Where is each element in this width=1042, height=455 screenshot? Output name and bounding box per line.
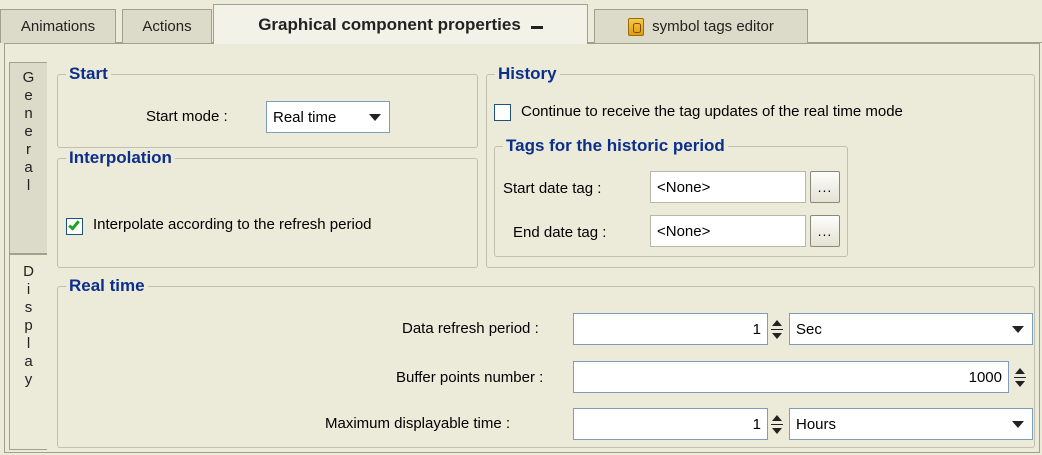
chevron-down-icon bbox=[369, 114, 381, 121]
interpolation-group: Interpolation bbox=[57, 149, 478, 268]
divider bbox=[771, 328, 783, 330]
divider bbox=[1014, 376, 1026, 378]
chevron-down-icon bbox=[1012, 421, 1024, 428]
max-time-unit-select[interactable]: Hours bbox=[789, 408, 1033, 440]
tab-animations-label: Animations bbox=[20, 18, 96, 35]
tab-actions[interactable]: Actions bbox=[122, 9, 212, 43]
start-mode-select[interactable]: Real time bbox=[266, 101, 390, 133]
tab-actions-label: Actions bbox=[142, 18, 192, 35]
vtab-display-char: D bbox=[23, 263, 34, 280]
chevron-down-icon bbox=[1012, 326, 1024, 333]
tab-graphical-component-properties[interactable]: Graphical component properties bbox=[213, 4, 588, 44]
vtab-general-char: e bbox=[24, 87, 33, 104]
max-time-stepper[interactable] bbox=[768, 408, 786, 440]
refresh-period-value: 1 bbox=[752, 320, 761, 338]
tab-graphical-label: Graphical component properties bbox=[258, 14, 521, 34]
arrow-down-icon bbox=[772, 427, 782, 434]
interpolate-label: Interpolate according to the refresh per… bbox=[93, 216, 372, 233]
refresh-period-input[interactable]: 1 bbox=[573, 313, 768, 345]
max-time-input[interactable]: 1 bbox=[573, 408, 768, 440]
vtab-display-char: l bbox=[26, 335, 31, 352]
buffer-points-stepper[interactable] bbox=[1011, 361, 1029, 393]
max-time-unit-value: Hours bbox=[796, 415, 837, 433]
start-group-title: Start bbox=[66, 65, 111, 83]
arrow-up-icon bbox=[772, 319, 782, 326]
buffer-points-value: 1000 bbox=[968, 368, 1002, 386]
end-date-tag-value: <None> bbox=[657, 222, 711, 240]
arrow-down-icon bbox=[772, 332, 782, 339]
vtab-general-char: a bbox=[24, 159, 33, 176]
historic-tags-title: Tags for the historic period bbox=[503, 137, 728, 155]
start-date-tag-value: <None> bbox=[657, 178, 711, 196]
vtab-general-char: G bbox=[22, 69, 35, 86]
history-group-title: History bbox=[495, 65, 560, 83]
vtab-general-char: n bbox=[24, 105, 33, 122]
start-mode-value: Real time bbox=[273, 108, 337, 126]
check-icon bbox=[68, 218, 80, 231]
refresh-unit-value: Sec bbox=[796, 320, 822, 338]
refresh-period-stepper[interactable] bbox=[768, 313, 786, 345]
max-time-value: 1 bbox=[752, 415, 761, 433]
vtab-general[interactable]: G e n e r a l bbox=[9, 62, 47, 254]
tab-strip: Animations Actions Graphical component p… bbox=[0, 0, 1042, 44]
interpolate-checkbox[interactable] bbox=[66, 218, 83, 235]
vtab-display-char: a bbox=[24, 353, 33, 370]
buffer-points-input[interactable]: 1000 bbox=[573, 361, 1009, 393]
end-date-tag-label: End date tag : bbox=[513, 224, 607, 241]
vtab-general-char: r bbox=[26, 141, 31, 158]
close-icon[interactable] bbox=[530, 26, 543, 29]
tab-symbol-tags-editor[interactable]: symbol tags editor bbox=[594, 9, 808, 43]
tab-symbol-tags-label: symbol tags editor bbox=[652, 18, 774, 35]
divider bbox=[771, 423, 783, 425]
realtime-group-title: Real time bbox=[66, 277, 148, 295]
vtab-general-char: l bbox=[26, 177, 31, 194]
vtab-general-char: e bbox=[24, 123, 33, 140]
continue-label: Continue to receive the tag updates of t… bbox=[521, 103, 903, 120]
start-date-tag-label: Start date tag : bbox=[503, 180, 602, 197]
browse-label: ... bbox=[817, 223, 833, 239]
refresh-period-label: Data refresh period : bbox=[402, 320, 539, 337]
start-mode-label: Start mode : bbox=[146, 108, 228, 125]
vtab-display-char: p bbox=[24, 317, 33, 334]
browse-label: ... bbox=[817, 179, 833, 195]
vtab-display-char: y bbox=[24, 371, 33, 388]
start-date-browse-button[interactable]: ... bbox=[810, 171, 840, 203]
end-date-tag-field[interactable]: <None> bbox=[650, 215, 806, 247]
end-date-browse-button[interactable]: ... bbox=[810, 215, 840, 247]
continue-checkbox[interactable] bbox=[494, 104, 511, 121]
arrow-up-icon bbox=[1015, 367, 1025, 374]
vtab-display[interactable]: D i s p l a y bbox=[9, 254, 47, 450]
symbol-tags-icon bbox=[628, 17, 645, 36]
start-date-tag-field[interactable]: <None> bbox=[650, 171, 806, 203]
max-time-label: Maximum displayable time : bbox=[325, 415, 511, 432]
arrow-down-icon bbox=[1015, 380, 1025, 387]
tab-animations[interactable]: Animations bbox=[0, 9, 116, 43]
vtab-display-char: i bbox=[26, 281, 31, 298]
buffer-points-label: Buffer points number : bbox=[396, 369, 544, 386]
refresh-unit-select[interactable]: Sec bbox=[789, 313, 1033, 345]
vtab-display-char: s bbox=[24, 299, 33, 316]
interpolation-group-title: Interpolation bbox=[66, 149, 175, 167]
arrow-up-icon bbox=[772, 414, 782, 421]
